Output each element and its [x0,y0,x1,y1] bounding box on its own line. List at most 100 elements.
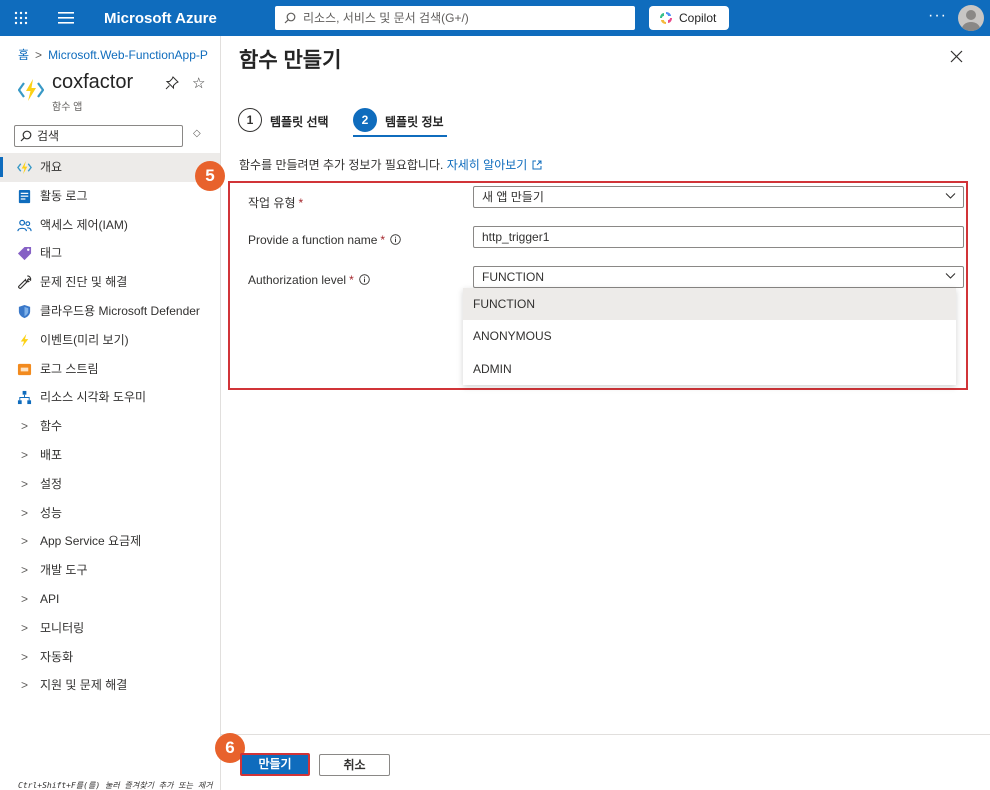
callout-badge-5: 5 [195,161,225,191]
sidebar-item-label: App Service 요금제 [40,534,142,549]
chevron-right-icon: > [21,476,29,491]
auth-level-dropdown[interactable]: FUNCTION [473,266,964,288]
task-type-label-text: 작업 유형 [248,196,296,210]
sidebar-item-label: 리소스 시각화 도우미 [40,390,147,405]
learn-more-link[interactable]: 자세히 알아보기 [447,158,528,172]
resource-sidebar: 홈 > Microsoft.Web-FunctionApp-P coxfactor … [0,36,221,790]
breadcrumb-resource[interactable]: Microsoft.Web-FunctionApp-P [48,48,208,62]
sidebar-item-label: 개발 도구 [40,563,88,578]
create-button[interactable]: 만들기 [240,753,310,776]
sidebar-item-log-stream[interactable]: 로그 스트림 [0,355,220,384]
sidebar-item-activity-log[interactable]: 활동 로그 [0,182,220,211]
function-name-label: Provide a function name * [248,233,401,247]
info-icon[interactable] [390,234,401,245]
function-name-value: http_trigger1 [482,230,550,244]
sidebar-item-label: 액세스 제어(IAM) [40,217,128,232]
info-icon[interactable] [358,274,370,285]
sidebar-item-label: 활동 로그 [40,188,88,203]
sidebar-item-label: 모니터링 [40,620,85,635]
brand-logo[interactable]: Microsoft Azure [104,10,217,27]
function-app-icon [17,160,32,175]
log-stream-icon [17,363,32,375]
sidebar-item-monitoring[interactable]: > 모니터링 [0,614,220,643]
auth-level-label-text: Authorization level [248,273,347,287]
top-bar: Microsoft Azure 리소스, 서비스 및 문서 검색(G+/) Co… [0,0,990,36]
sidebar-item-api[interactable]: > API [0,585,220,614]
step-number: 2 [353,108,377,132]
collapse-sidebar-icon[interactable]: ◇ [193,128,201,139]
sidebar-item-deployment[interactable]: > 배포 [0,441,220,470]
function-name-input[interactable]: http_trigger1 [473,226,964,248]
sidebar-item-events[interactable]: 이벤트(미리 보기) [0,326,220,355]
chevron-right-icon: > [21,649,29,664]
chevron-right-icon: > [21,678,29,693]
global-search-input[interactable]: 리소스, 서비스 및 문서 검색(G+/) [275,6,635,30]
sidebar-item-settings[interactable]: > 설정 [0,470,220,499]
sidebar-item-app-service-plan[interactable]: > App Service 요금제 [0,527,220,556]
avatar[interactable] [958,5,984,31]
global-search-placeholder: 리소스, 서비스 및 문서 검색(G+/) [303,11,469,25]
auth-option-anonymous[interactable]: ANONYMOUS [463,320,956,352]
sidebar-item-label: 설정 [40,476,63,491]
sidebar-item-tags[interactable]: 태그 [0,239,220,268]
footer-divider [221,734,990,735]
sidebar-item-label: 성능 [40,505,63,520]
task-type-dropdown[interactable]: 새 앱 만들기 [473,186,964,208]
breadcrumb-chevron-icon: > [35,48,43,62]
resource-name: coxfactor [52,71,134,93]
copilot-button[interactable]: Copilot [649,6,729,30]
task-type-label: 작업 유형 * [248,194,303,211]
breadcrumb-home[interactable]: 홈 [18,48,29,62]
sidebar-item-overview[interactable]: 개요 [0,153,220,182]
required-mark: * [298,196,304,210]
info-message: 함수를 만들려면 추가 정보가 필요합니다. [239,158,444,172]
external-link-icon [532,160,542,170]
chevron-right-icon: > [21,591,29,606]
auth-level-options: FUNCTION ANONYMOUS ADMIN [463,288,956,385]
cancel-button[interactable]: 취소 [319,754,390,776]
sidebar-item-label: 개요 [40,160,63,174]
chevron-right-icon: > [21,534,29,549]
sidebar-item-label: 지원 및 문제 해결 [40,678,128,693]
resource-type: 함수 앱 [52,102,83,113]
page-title: 함수 만들기 [239,49,342,72]
sidebar-item-automation[interactable]: > 자동화 [0,643,220,672]
network-icon [17,391,32,405]
sidebar-item-label: 이벤트(미리 보기) [40,332,129,347]
chevron-right-icon: > [21,620,29,635]
pin-icon[interactable] [165,76,179,90]
auth-option-admin[interactable]: ADMIN [463,353,956,385]
sidebar-item-label: API [40,591,60,606]
sidebar-item-dev-tools[interactable]: > 개발 도구 [0,556,220,585]
close-icon[interactable] [950,50,963,63]
shield-icon [18,304,31,319]
wrench-icon [18,275,32,290]
sidebar-item-label: 로그 스트림 [40,361,99,376]
sidebar-item-performance[interactable]: > 성능 [0,499,220,528]
sidebar-item-support[interactable]: > 지원 및 문제 해결 [0,671,220,700]
info-text: 함수를 만들려면 추가 정보가 필요합니다. 자세히 알아보기 [239,156,542,173]
sidebar-item-label: 클라우드용 Microsoft Defender [40,303,200,318]
hamburger-menu-icon[interactable] [58,11,74,25]
sidebar-item-defender[interactable]: 클라우드용 Microsoft Defender [0,297,220,326]
sidebar-item-diagnose[interactable]: 문제 진단 및 해결 [0,268,220,297]
activity-log-icon [18,189,31,203]
favorite-star-icon[interactable]: ☆ [192,74,205,92]
sidebar-item-resource-visualizer[interactable]: 리소스 시각화 도우미 [0,383,220,412]
required-mark: * [349,273,354,287]
required-mark: * [380,233,386,247]
auth-option-function[interactable]: FUNCTION [463,288,956,321]
more-options-icon[interactable]: ··· [928,7,947,25]
search-icon [20,130,32,142]
app-launcher-icon[interactable] [12,9,30,27]
sidebar-item-label: 문제 진단 및 해결 [40,275,128,290]
tag-icon [17,247,32,261]
step-number: 1 [238,108,262,132]
sidebar-search-input[interactable]: 검색 [14,125,183,147]
people-icon [17,219,32,231]
chevron-right-icon: > [21,447,29,462]
sidebar-item-iam[interactable]: 액세스 제어(IAM) [0,211,220,240]
sidebar-item-label: 함수 [40,419,63,434]
sidebar-item-label: 자동화 [40,649,74,664]
sidebar-item-functions[interactable]: > 함수 [0,412,220,441]
